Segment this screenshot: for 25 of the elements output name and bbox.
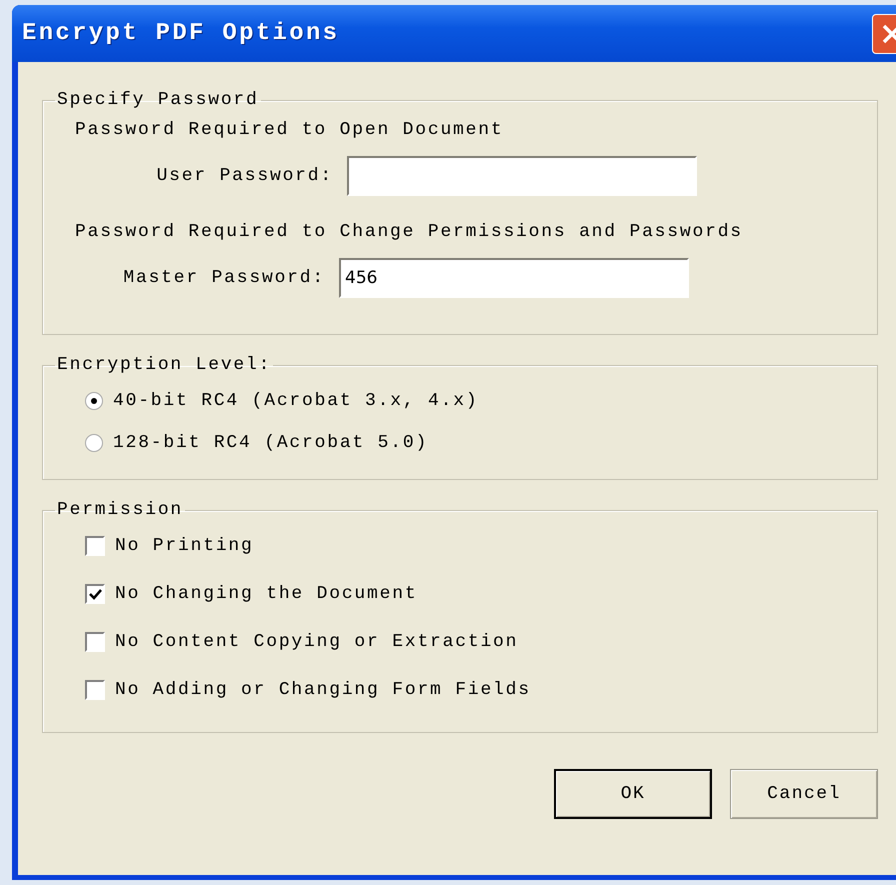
checkbox[interactable] [85, 680, 105, 700]
password-field[interactable]: 456 [339, 258, 689, 298]
radio-button[interactable] [85, 392, 103, 410]
checkbox[interactable] [85, 584, 105, 604]
cancel-button[interactable]: Cancel [730, 769, 878, 819]
checkbox[interactable] [85, 632, 105, 652]
ok-button[interactable]: OK [554, 769, 712, 819]
section-heading: Password Required to Change Permissions and Passwords [75, 222, 744, 242]
group-title: Encryption Level: [56, 355, 272, 375]
window-title: Encrypt PDF Options [22, 20, 340, 47]
section-heading: Password Required to Open Document [75, 120, 504, 140]
password-field[interactable] [347, 156, 697, 196]
group-title: Permission [56, 500, 184, 520]
checkbox[interactable] [85, 536, 105, 556]
field-label: User Password: [156, 166, 333, 186]
field-label: Master Password: [122, 268, 325, 288]
group-title: Specify Password [56, 90, 260, 110]
radio-button[interactable] [85, 434, 103, 452]
option-label: 40-bit RC4 (Acrobat 3.x, 4.x) [113, 391, 478, 411]
checkmark-icon [88, 588, 102, 600]
option-label: No Printing [115, 536, 254, 556]
option-label: 128-bit RC4 (Acrobat 5.0) [113, 433, 428, 453]
option-label: No Changing the Document [115, 584, 418, 604]
option-label: No Content Copying or Extraction [115, 632, 518, 652]
option-label: No Adding or Changing Form Fields [115, 680, 531, 700]
